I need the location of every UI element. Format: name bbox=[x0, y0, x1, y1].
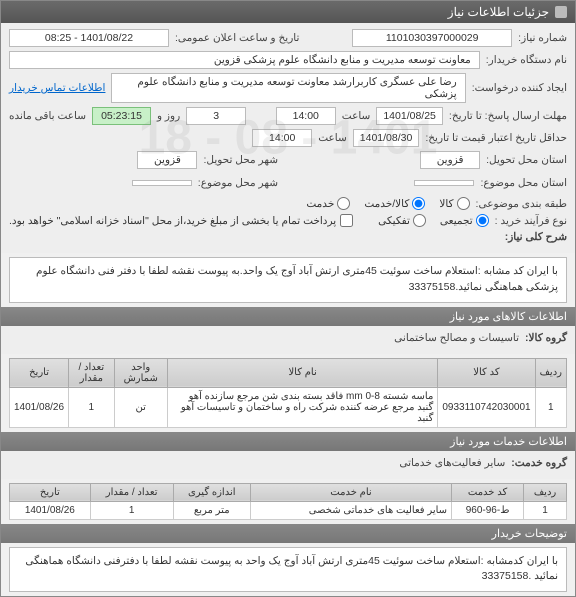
time-label-2: ساعت bbox=[318, 132, 347, 144]
table-row[interactable]: 1 0933110742030001 ماسه شسته 8-0 mm فاقد… bbox=[10, 387, 567, 427]
proc-radio-group: تجمیعی تفکیکی bbox=[378, 214, 489, 227]
pay-note-check[interactable]: پرداخت تمام یا بخشی از مبلغ خرید،از محل … bbox=[9, 214, 353, 227]
serv-group-value: سایر فعالیت‌های خدماتی bbox=[399, 457, 505, 469]
deadline-date: 1401/08/25 bbox=[376, 107, 443, 125]
prov-sup-label: استان محل موضوع: bbox=[480, 177, 567, 189]
req-no-value: 1101030397000029 bbox=[352, 29, 512, 47]
goods-col-name: نام کالا bbox=[167, 358, 437, 387]
goods-group-value: تاسیسات و مصالح ساختمانی bbox=[394, 332, 519, 344]
city-req-label: شهر محل تحویل: bbox=[203, 154, 278, 166]
class-radio-goods[interactable]: کالا bbox=[439, 197, 469, 210]
ann-date-value: 1401/08/22 - 08:25 bbox=[9, 29, 169, 47]
class-label: طبقه بندی موضوعی: bbox=[476, 198, 567, 210]
time-left-label: ساعت باقی مانده bbox=[9, 110, 86, 122]
serv-col-date: تاریخ bbox=[10, 483, 91, 501]
goods-col-idx: ردیف bbox=[535, 358, 566, 387]
city-sup-label: شهر محل موضوع: bbox=[198, 177, 278, 189]
goods-col-unit: واحد شمارش bbox=[114, 358, 167, 387]
creator-value: رضا علی عسگری کاربرارشد معاونت توسعه مدی… bbox=[111, 73, 465, 103]
time-left: 05:23:15 bbox=[92, 107, 151, 125]
creator-label: ایجاد کننده درخواست: bbox=[472, 82, 567, 94]
buyer-value: معاونت توسعه مدیریت و منابع دانشگاه علوم… bbox=[9, 51, 480, 69]
days-left-label: روز و bbox=[157, 110, 180, 122]
goods-col-qty: تعداد / مقدار bbox=[69, 358, 114, 387]
table-row[interactable]: 1 ط-96-960 سایر فعالیت های خدماتی شخصی م… bbox=[10, 501, 567, 519]
goods-col-date: تاریخ bbox=[10, 358, 69, 387]
valid-time: 14:00 bbox=[252, 129, 312, 147]
valid-date: 1401/08/30 bbox=[353, 129, 420, 147]
deadline-label: مهلت ارسال پاسخ: تا تاریخ: bbox=[449, 110, 567, 122]
overall-desc-box: با ایران کد مشابه :استعلام ساخت سوئیت 45… bbox=[9, 257, 567, 303]
city-req-value: قزوین bbox=[137, 151, 197, 169]
window-frame: جزئیات اطلاعات نیاز 1401 - 08 - 18 شماره… bbox=[0, 0, 576, 597]
pay-note-text: پرداخت تمام یا بخشی از مبلغ خرید،از محل … bbox=[9, 215, 336, 227]
days-left: 3 bbox=[186, 107, 246, 125]
class-radio-serv[interactable]: کالا/خدمت bbox=[364, 197, 425, 210]
deadline-time: 14:00 bbox=[276, 107, 336, 125]
overall-label: شرح کلی نیاز: bbox=[505, 231, 567, 243]
serv-col-code: کد خدمت bbox=[452, 483, 524, 501]
goods-group-label: گروه کالا: bbox=[525, 332, 567, 344]
window-title: جزئیات اطلاعات نیاز bbox=[448, 5, 549, 19]
notes-header: توضیحات خریدار bbox=[1, 524, 575, 543]
goods-header: اطلاعات کالاهای مورد نیاز bbox=[1, 307, 575, 326]
window-icon bbox=[555, 6, 567, 18]
serv-col-name: نام خدمت bbox=[250, 483, 451, 501]
buyer-label: نام دستگاه خریدار: bbox=[486, 54, 567, 66]
titlebar: جزئیات اطلاعات نیاز bbox=[1, 1, 575, 23]
contact-link[interactable]: اطلاعات تماس خریدار bbox=[9, 82, 105, 94]
services-table: ردیف کد خدمت نام خدمت اندازه گیری تعداد … bbox=[9, 483, 567, 520]
prov-sup-value bbox=[414, 180, 474, 186]
serv-group-label: گروه خدمت: bbox=[511, 457, 567, 469]
services-header: اطلاعات خدمات مورد نیاز bbox=[1, 432, 575, 451]
class-radio-both[interactable]: خدمت bbox=[306, 197, 350, 210]
pay-checkbox[interactable] bbox=[340, 214, 353, 227]
prov-req-label: استان محل تحویل: bbox=[486, 154, 567, 166]
form-area: 1401 - 08 - 18 شماره نیاز: 1101030397000… bbox=[1, 23, 575, 253]
time-label-1: ساعت bbox=[342, 110, 371, 122]
req-no-label: شماره نیاز: bbox=[518, 32, 567, 44]
serv-col-unit: اندازه گیری bbox=[173, 483, 250, 501]
proc-radio-b[interactable]: تفکیکی bbox=[378, 214, 426, 227]
prov-req-value: قزوین bbox=[420, 151, 480, 169]
ann-date-label: تاریخ و ساعت اعلان عمومی: bbox=[175, 32, 299, 44]
goods-table: ردیف کد کالا نام کالا واحد شمارش تعداد /… bbox=[9, 358, 567, 428]
city-sup-value bbox=[132, 180, 192, 186]
valid-label: حداقل تاریخ اعتبار قیمت تا تاریخ: bbox=[425, 132, 567, 144]
proc-label: نوع فرآیند خرید : bbox=[495, 215, 567, 227]
proc-radio-a[interactable]: تجمیعی bbox=[440, 214, 489, 227]
serv-col-qty: تعداد / مقدار bbox=[90, 483, 173, 501]
notes-text: با ایران کدمشابه :استعلام ساخت سوئیت 45م… bbox=[9, 547, 567, 593]
goods-col-code: کد کالا bbox=[438, 358, 535, 387]
class-radio-group: کالا کالا/خدمت خدمت bbox=[306, 197, 469, 210]
serv-col-idx: ردیف bbox=[524, 483, 567, 501]
